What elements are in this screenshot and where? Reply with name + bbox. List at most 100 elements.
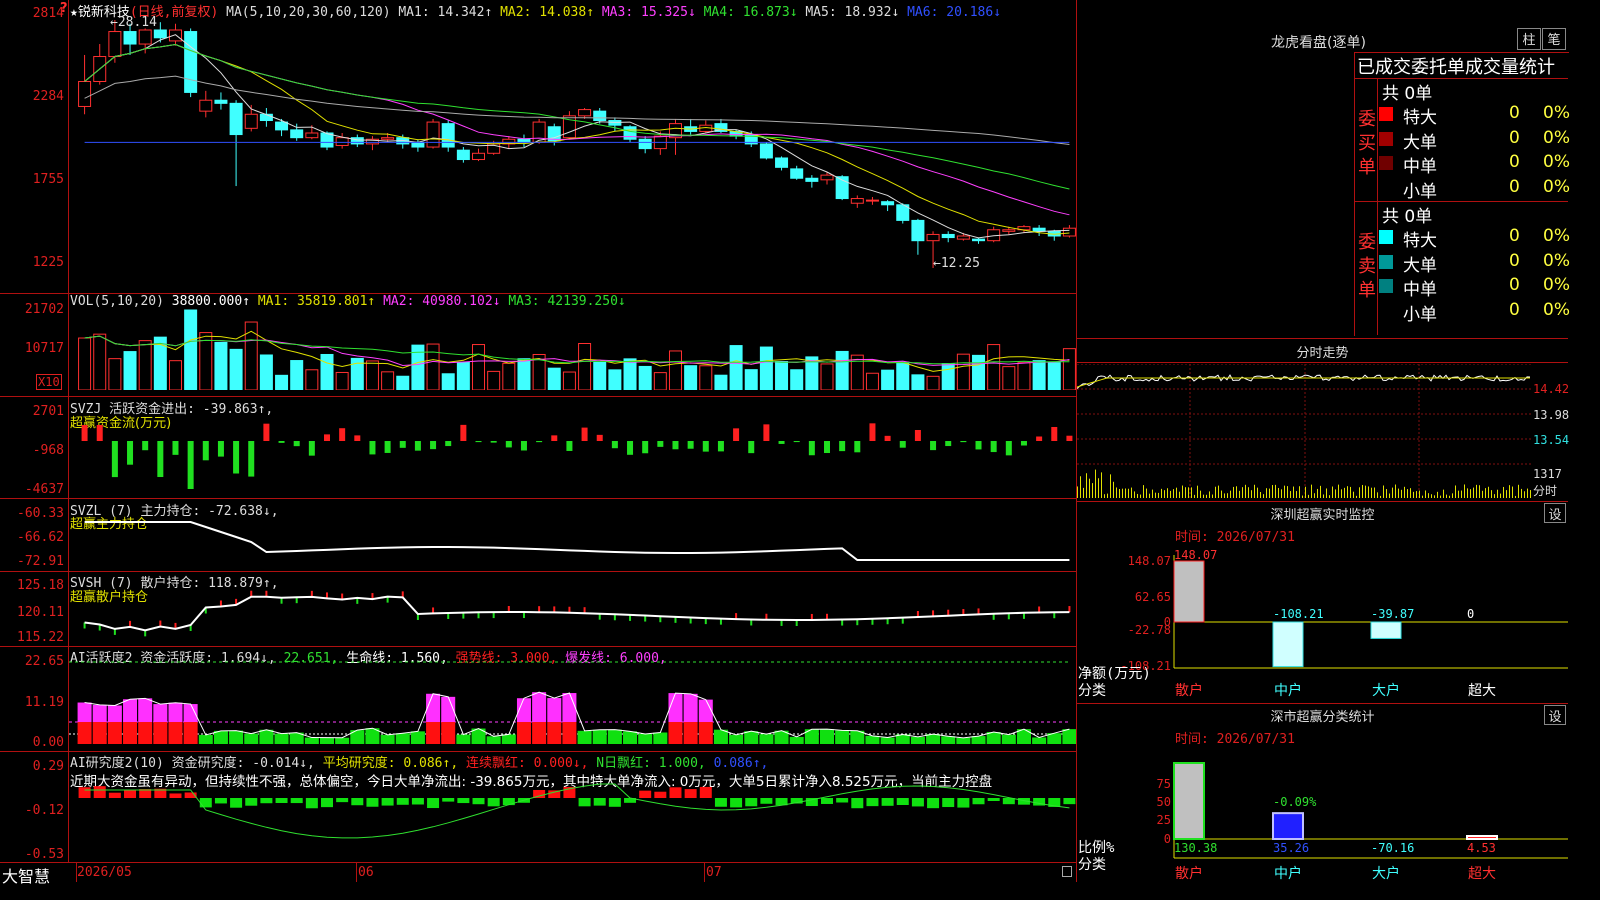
divider xyxy=(1077,703,1568,704)
candle-body xyxy=(275,121,289,131)
intraday-volume-bar xyxy=(1236,486,1237,498)
monitor-settings-button[interactable]: 设 xyxy=(1544,503,1566,523)
research-bar xyxy=(942,798,955,808)
monitor-chart[interactable]: 148.0762.650-22.78-108.21148.07-108.21 -3… xyxy=(1077,545,1568,701)
divider-footer xyxy=(0,862,1076,863)
intraday-chart[interactable] xyxy=(1077,364,1533,500)
volume-bar xyxy=(290,360,304,390)
flow-bar xyxy=(763,424,770,441)
intraday-volume-bar xyxy=(1353,491,1354,498)
flow-bar xyxy=(142,441,149,451)
stats-chart[interactable]: 75 50 25 0130.38 散户 35.26 中户 -70.16 大户 4.53 超大 -0.0… xyxy=(1077,748,1568,882)
ai2-chart[interactable] xyxy=(69,780,1076,860)
activity-bar-low xyxy=(501,734,516,744)
volume-bar xyxy=(517,358,531,390)
flow-bar xyxy=(596,434,603,441)
bar-view-button[interactable]: 柱 xyxy=(1517,28,1541,50)
svzj-chart[interactable] xyxy=(69,400,1076,496)
lock-icon[interactable] xyxy=(1062,866,1072,877)
research-bar xyxy=(290,798,303,804)
stats-bar xyxy=(1173,762,1205,840)
intraday-volume-bar xyxy=(1473,487,1474,498)
intraday-volume-bar xyxy=(1332,486,1333,498)
flow-bar xyxy=(551,435,558,441)
activity-bar-low xyxy=(956,737,971,744)
intraday-volume-bar xyxy=(1425,490,1426,498)
divider xyxy=(1377,78,1378,335)
date-tick xyxy=(704,862,705,882)
intraday-volume-bar xyxy=(1215,486,1216,498)
vol-axis-label: 10717 xyxy=(24,341,64,356)
svsh-chart[interactable] xyxy=(69,574,1076,646)
intraday-volume-bar xyxy=(1134,491,1135,498)
intraday-volume-bar xyxy=(1173,489,1174,498)
ai2-axis-label: -0.53 xyxy=(24,847,64,862)
intraday-volume-bar xyxy=(1413,491,1414,498)
candle-body xyxy=(320,132,334,148)
activity-bar-high xyxy=(138,698,153,722)
stats-bar-label: 4.53 xyxy=(1467,841,1496,855)
activity-bar-high xyxy=(562,693,577,722)
date-label: 2026/05 xyxy=(77,865,132,880)
intraday-volume-bar xyxy=(1371,487,1372,498)
research-bar xyxy=(93,786,106,798)
ai2-header: AI研究度2(10) 资金研究度: -0.014↓, 平均研究度: 0.086↑… xyxy=(70,752,768,771)
research-bar xyxy=(78,787,91,798)
volume-bar xyxy=(305,369,319,390)
ai1-axis-label: 11.19 xyxy=(24,695,64,710)
flow-bar xyxy=(414,441,421,451)
order-row: 大单 0 0% xyxy=(1379,127,1570,153)
intraday-volume-bar xyxy=(1452,493,1453,498)
intraday-volume-bar xyxy=(1251,490,1252,498)
order-pct: 0% xyxy=(1543,127,1570,148)
stats-bar xyxy=(1466,835,1498,840)
flow-bar xyxy=(96,425,103,441)
flow-bar xyxy=(233,441,240,474)
activity-bar-low xyxy=(410,731,425,744)
order-row: 特大 0 0% xyxy=(1379,103,1570,128)
intraday-volume-bar xyxy=(1437,491,1438,498)
activity-bar-mid xyxy=(153,722,168,744)
research-bar xyxy=(108,792,121,798)
order-color-swatch xyxy=(1379,107,1393,121)
volume-bar xyxy=(275,374,289,390)
volume-bar xyxy=(926,375,940,390)
ai2-nday: N日飘红: 1.000, xyxy=(596,756,706,771)
brand-logo: 大智慧 xyxy=(2,867,51,886)
tick-view-button[interactable]: 笔 xyxy=(1542,28,1566,50)
volume-bar xyxy=(881,369,895,390)
candle-body xyxy=(411,141,425,148)
candle-body xyxy=(229,102,243,136)
volume-chart[interactable] xyxy=(69,305,1076,390)
stats-category: 超大 xyxy=(1468,866,1496,882)
candle-body xyxy=(335,137,349,146)
activity-bar-high xyxy=(92,704,107,722)
research-bar xyxy=(578,798,591,807)
main-chart-area[interactable]: ★锐新科技(日线,前复权) MA(5,10,20,30,60,120) MA1:… xyxy=(0,0,1077,886)
activity-bar-low xyxy=(1032,737,1047,744)
monitor-bar-label: -39.87 xyxy=(1371,607,1414,621)
intraday-volume-bar xyxy=(1329,495,1330,498)
candle-body xyxy=(108,31,122,58)
intraday-volume-bar xyxy=(1365,485,1366,498)
order-row: 小单 0 0% xyxy=(1379,300,1570,325)
svzl-chart[interactable] xyxy=(69,500,1076,570)
main-position-line xyxy=(84,521,1070,561)
activity-bar-mid xyxy=(547,722,562,744)
volume-bar xyxy=(820,363,834,390)
flow-bar xyxy=(127,441,134,465)
price-chart[interactable] xyxy=(69,14,1076,284)
order-color-swatch xyxy=(1379,230,1393,244)
stats-xlabel: 分类 xyxy=(1078,857,1106,873)
intraday-volume-bar xyxy=(1380,495,1381,498)
flow-bar xyxy=(945,441,952,447)
intraday-volume-bar xyxy=(1308,494,1309,498)
intraday-volume-bar xyxy=(1488,486,1489,498)
ai1-chart[interactable] xyxy=(69,660,1076,750)
activity-bar-high xyxy=(698,699,713,722)
activity-bar-low xyxy=(820,729,834,744)
research-bar xyxy=(442,798,455,802)
intraday-volume-bar xyxy=(1221,490,1222,498)
flow-bar xyxy=(263,423,270,441)
stats-settings-button[interactable]: 设 xyxy=(1544,705,1566,725)
